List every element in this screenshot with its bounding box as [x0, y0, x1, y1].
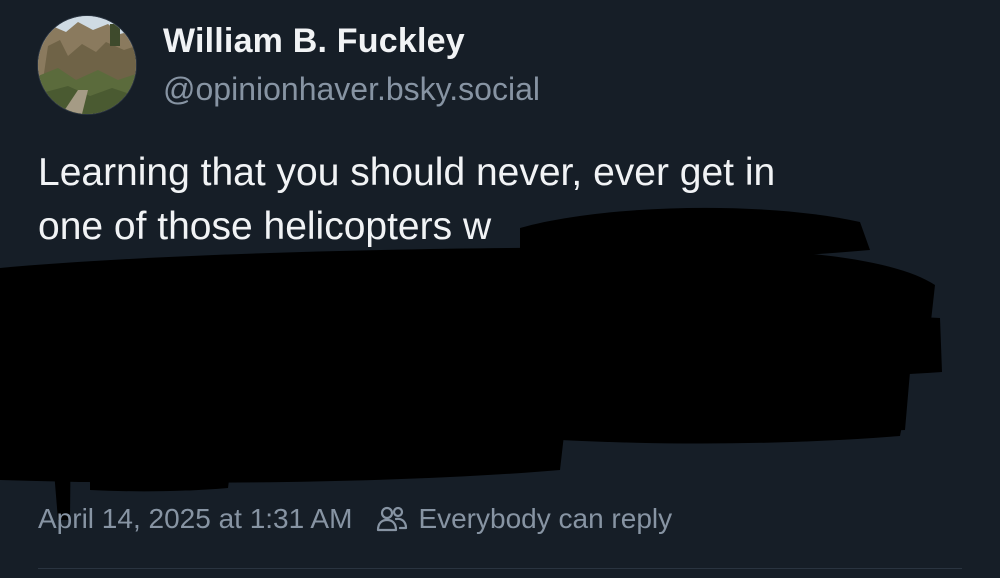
author-handle[interactable]: @opinionhaver.bsky.social	[163, 71, 540, 108]
post-line: Learning that you should never, ever get…	[38, 151, 776, 194]
post-body: Learning that you should never, ever get…	[38, 146, 918, 416]
people-icon	[377, 506, 408, 532]
post-line	[38, 308, 918, 362]
post-line	[38, 254, 918, 308]
avatar-image	[38, 16, 136, 114]
reply-setting-label: Everybody can reply	[418, 503, 673, 534]
author-display-name[interactable]: William B. Fuckley	[163, 22, 465, 61]
post-timestamp[interactable]: April 14, 2025 at 1:31 AM	[38, 503, 352, 535]
post-line	[38, 362, 918, 416]
post-card: William B. Fuckley @opinionhaver.bsky.so…	[0, 0, 1000, 578]
post-meta: April 14, 2025 at 1:31 AM Everybody can …	[38, 503, 672, 535]
post-line: one of those helicopters w	[38, 205, 492, 248]
author-avatar[interactable]	[37, 15, 137, 115]
divider	[38, 568, 962, 569]
reply-setting[interactable]: Everybody can reply	[376, 503, 672, 535]
